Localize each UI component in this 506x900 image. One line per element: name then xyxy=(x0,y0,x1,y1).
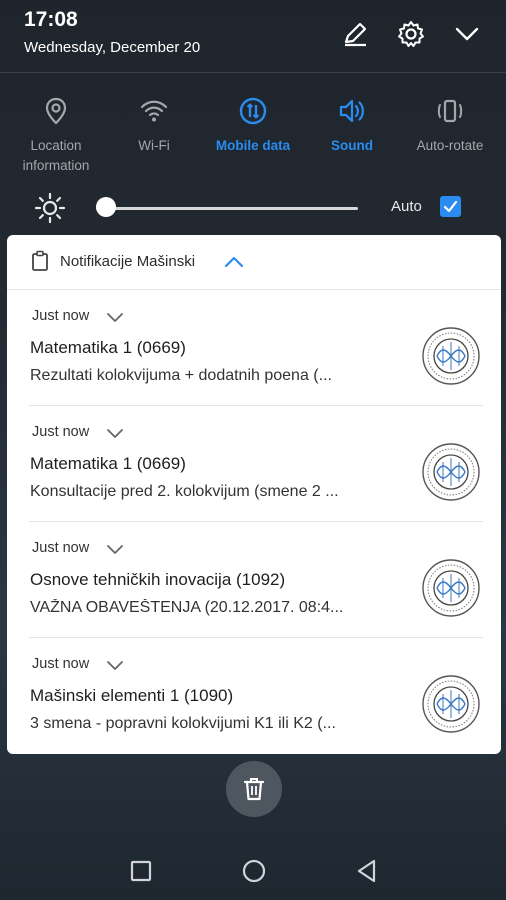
sound-icon xyxy=(339,99,364,123)
auto-brightness-checkbox[interactable] xyxy=(440,196,461,217)
clipboard-icon xyxy=(32,250,48,271)
notification-body: Konsultacije pred 2. kolokvijum (smene 2… xyxy=(30,483,339,500)
current-date: Wednesday, December 20 xyxy=(24,39,201,56)
wifi-icon xyxy=(140,100,168,122)
notification-title: Matematika 1 (0669) xyxy=(30,454,186,473)
notification-time: Just now xyxy=(32,424,90,440)
notification-time: Just now xyxy=(32,540,90,556)
toggle-label: Wi-Fi xyxy=(138,138,170,153)
navigation-bar xyxy=(0,840,506,900)
brightness-icon xyxy=(34,192,66,224)
chevron-down-icon[interactable] xyxy=(105,541,125,557)
quick-settings-toggles: Location information Wi-Fi Mobile data S… xyxy=(0,90,506,180)
brightness-slider[interactable] xyxy=(96,207,358,210)
gear-icon xyxy=(398,21,424,47)
edit-icon xyxy=(344,22,367,47)
university-seal-icon xyxy=(422,327,480,385)
settings-button[interactable] xyxy=(393,16,429,52)
notification-group-card: Notifikacije Mašinski Just now Matematik… xyxy=(7,235,501,754)
notification-item[interactable]: Just now Mašinski elementi 1 (1090) 3 sm… xyxy=(7,638,501,754)
notification-time: Just now xyxy=(32,308,90,324)
status-header: 17:08 Wednesday, December 20 xyxy=(0,0,506,70)
chevron-down-icon[interactable] xyxy=(105,657,125,673)
recent-apps-button[interactable] xyxy=(124,854,158,888)
toggle-label: Location information xyxy=(22,138,90,173)
notification-item[interactable]: Just now Osnove tehničkih inovacija (109… xyxy=(7,522,501,638)
chevron-down-icon xyxy=(455,27,479,41)
location-icon xyxy=(45,97,67,125)
chevron-up-icon[interactable] xyxy=(223,252,245,272)
auto-brightness-label: Auto xyxy=(391,198,422,215)
mobile-data-icon xyxy=(239,97,267,125)
toggle-label: Sound xyxy=(331,138,373,153)
notification-title: Osnove tehničkih inovacija (1092) xyxy=(30,570,286,589)
square-icon xyxy=(130,860,152,882)
collapse-shade-button[interactable] xyxy=(449,16,485,52)
toggle-mobile-data[interactable]: Mobile data xyxy=(203,90,303,156)
toggle-sound[interactable]: Sound xyxy=(302,90,402,156)
toggle-wifi[interactable]: Wi-Fi xyxy=(104,90,204,156)
notification-item[interactable]: Just now Matematika 1 (0669) Rezultati k… xyxy=(7,290,501,406)
triangle-back-icon xyxy=(357,859,376,883)
circle-icon xyxy=(242,859,266,883)
auto-rotate-icon xyxy=(437,99,463,123)
trash-icon xyxy=(243,778,265,801)
clock-time: 17:08 xyxy=(24,8,78,31)
home-button[interactable] xyxy=(237,854,271,888)
header-divider xyxy=(0,72,506,73)
notification-body: VAŽNA OBAVEŠTENJA (20.12.2017. 08:4... xyxy=(30,599,344,616)
university-seal-icon xyxy=(422,559,480,617)
university-seal-icon xyxy=(422,675,480,733)
chevron-down-icon[interactable] xyxy=(105,309,125,325)
back-button[interactable] xyxy=(350,854,384,888)
toggle-label: Mobile data xyxy=(215,138,291,153)
notification-time: Just now xyxy=(32,656,90,672)
clear-all-button[interactable] xyxy=(226,761,282,817)
notification-item[interactable]: Just now Matematika 1 (0669) Konsultacij… xyxy=(7,406,501,522)
brightness-slider-thumb[interactable] xyxy=(96,197,116,217)
chevron-down-icon[interactable] xyxy=(105,425,125,441)
brightness-row: Auto xyxy=(0,188,506,228)
toggle-auto-rotate[interactable]: Auto-rotate xyxy=(400,90,500,156)
notification-title: Matematika 1 (0669) xyxy=(30,338,186,357)
notification-group-header[interactable]: Notifikacije Mašinski xyxy=(7,235,501,290)
checkmark-icon xyxy=(443,200,458,213)
notification-body: 3 smena - popravni kolokvijumi K1 ili K2… xyxy=(30,715,336,732)
university-seal-icon xyxy=(422,443,480,501)
toggle-location[interactable]: Location information xyxy=(6,90,106,176)
edit-button[interactable] xyxy=(337,16,373,52)
app-name: Notifikacije Mašinski xyxy=(60,253,196,270)
toggle-label: Auto-rotate xyxy=(416,138,484,153)
notification-title: Mašinski elementi 1 (1090) xyxy=(30,686,234,705)
notification-body: Rezultati kolokvijuma + dodatnih poena (… xyxy=(30,367,332,384)
